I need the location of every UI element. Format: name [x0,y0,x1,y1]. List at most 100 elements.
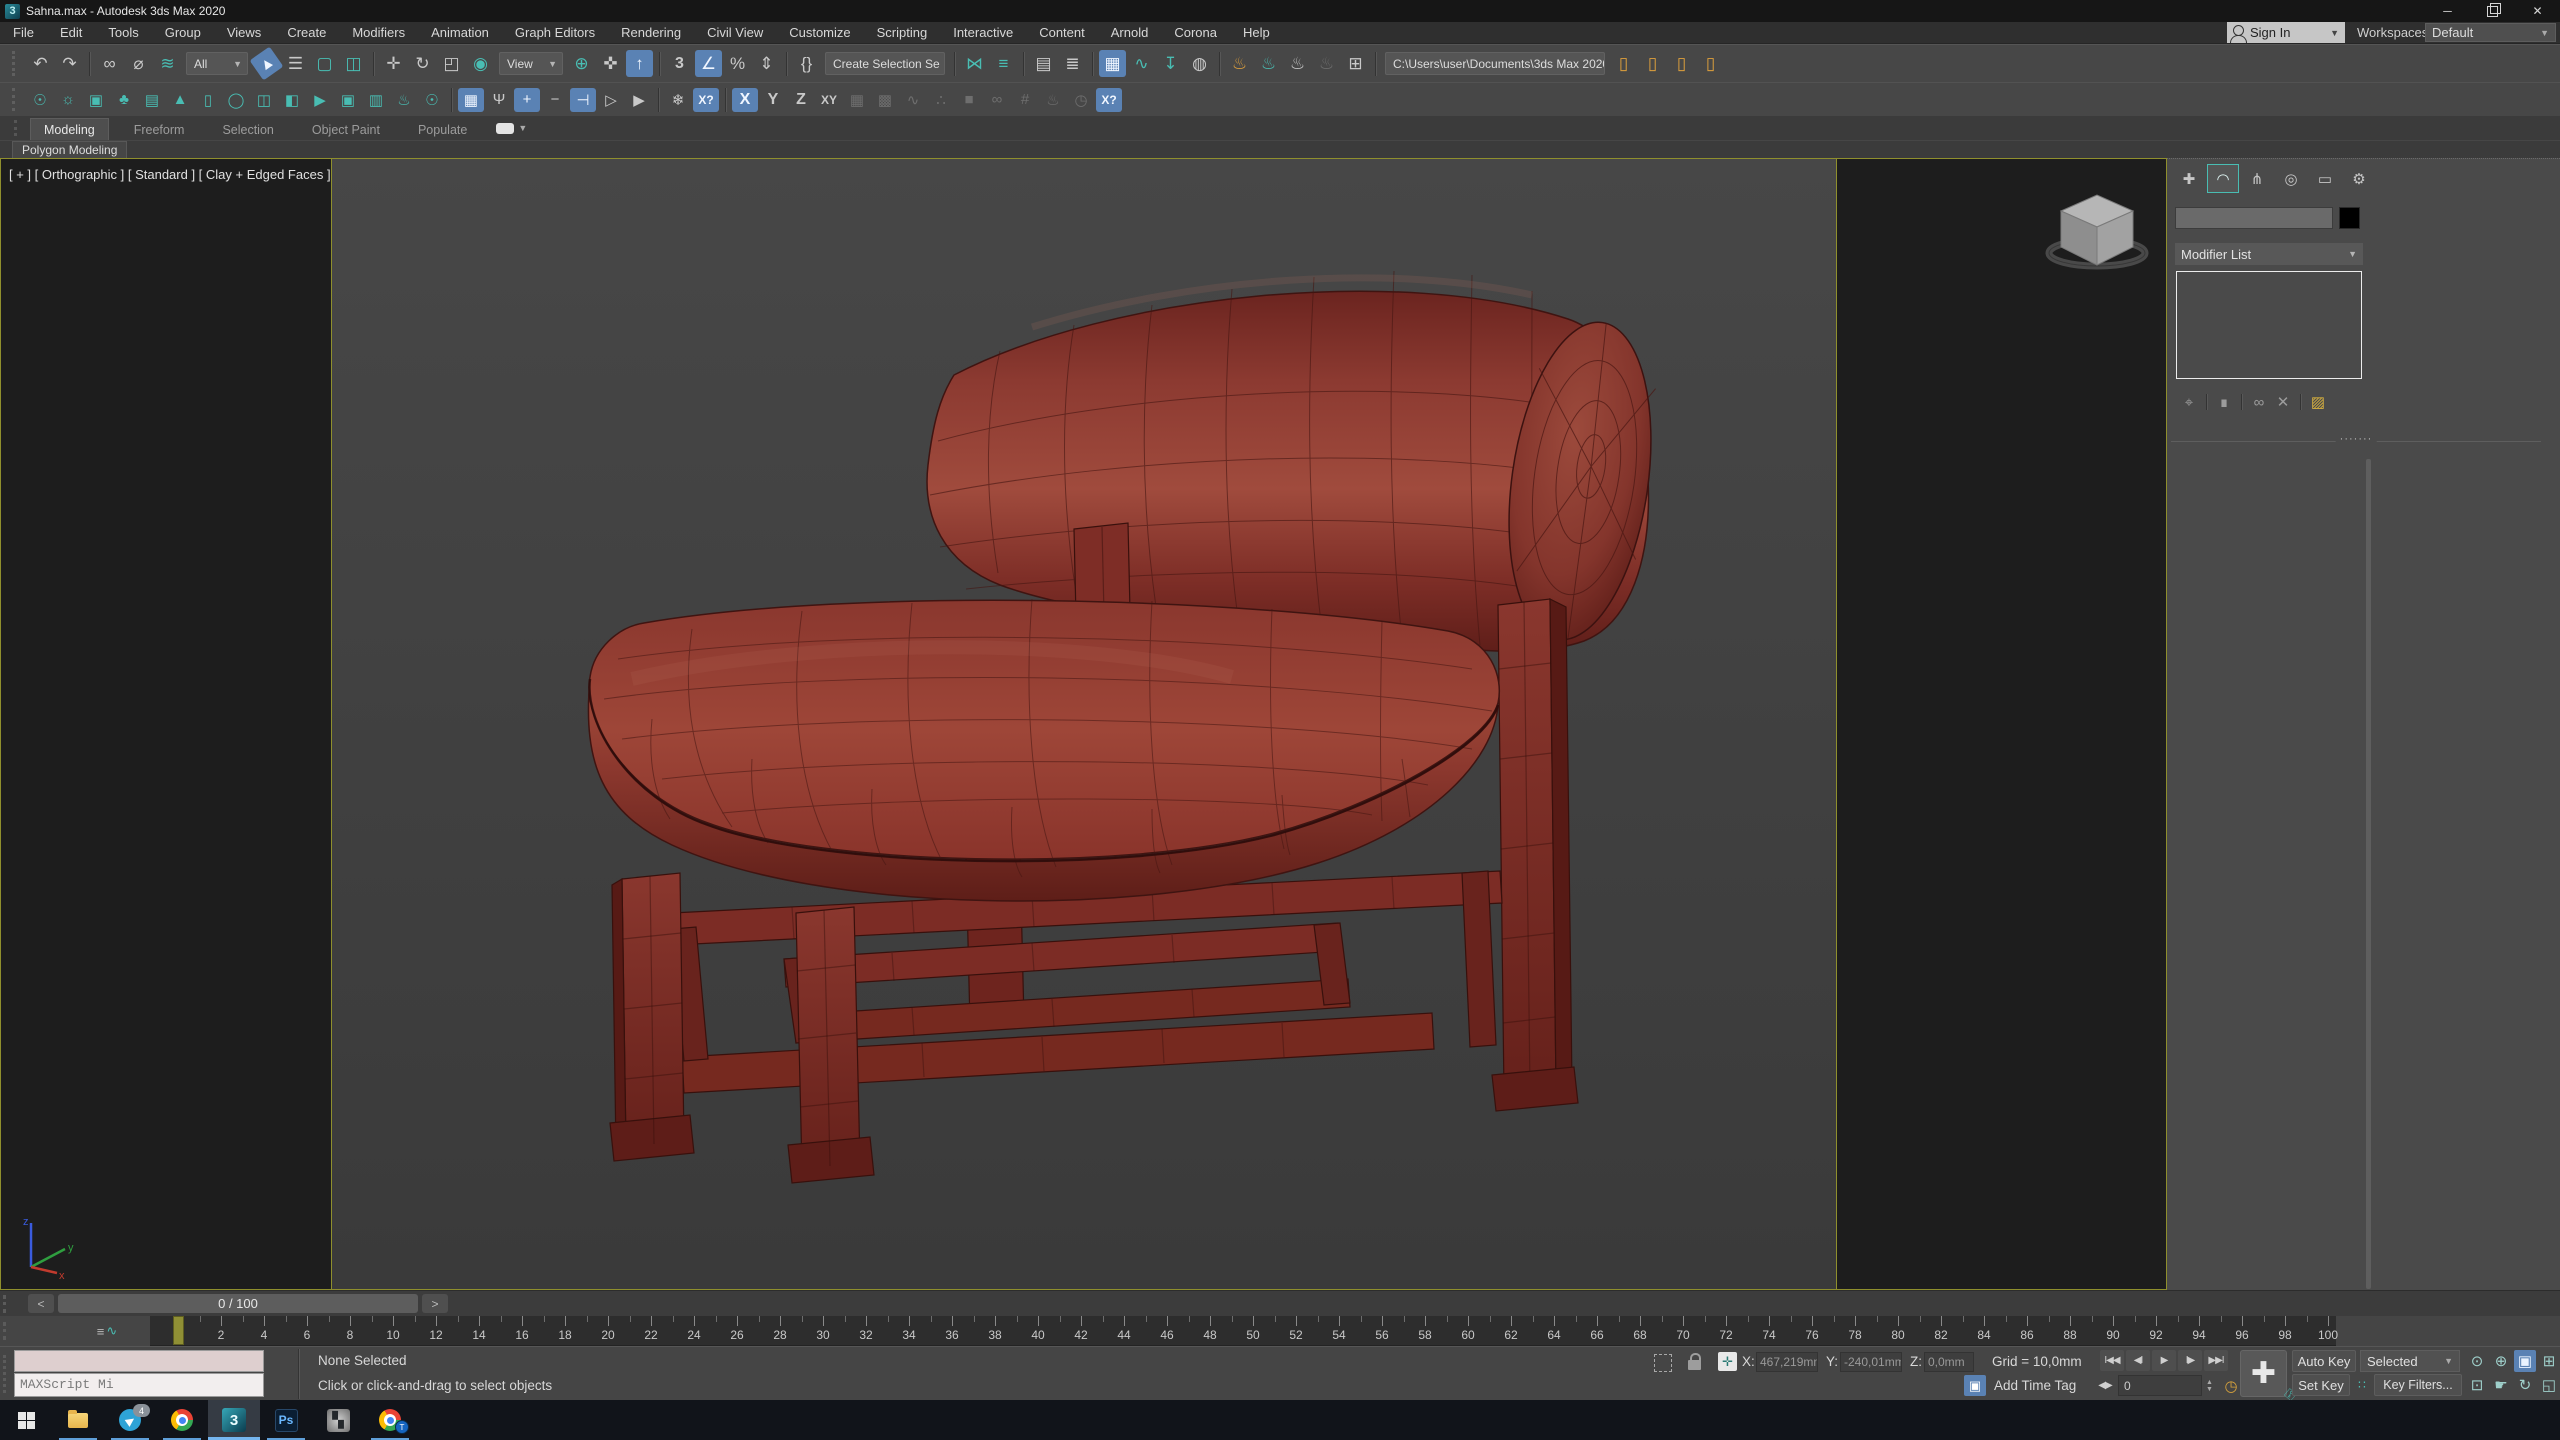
mini-curve-editor-button[interactable]: ≡ ∿ [84,1319,130,1343]
key-selection-set-dropdown[interactable]: Selected ▼ [2360,1350,2460,1372]
z-coordinate-field[interactable]: 0,0mm [1924,1352,1974,1372]
cube-dim-icon[interactable]: ■ [956,88,982,112]
snap-minus-icon[interactable]: − [542,88,568,112]
pin-stack-button[interactable]: ⌖ [2177,391,2201,413]
clone-options-icon[interactable]: ◫ [251,88,277,112]
time-tag-cube-icon[interactable]: ▣ [1964,1375,1986,1396]
3dsmax-taskbar-icon[interactable]: 3 [208,1400,260,1440]
menu-graph-editors[interactable]: Graph Editors [502,22,608,43]
utilities-tab[interactable]: ⚙ [2343,164,2375,193]
render-in-cloud-icon[interactable]: ♨ [1313,50,1340,77]
menu-customize[interactable]: Customize [776,22,863,43]
previous-frame-arrow[interactable]: < [28,1294,54,1313]
previous-frame-button[interactable]: ◀Ι [2126,1350,2150,1371]
isolate-selection-icon[interactable] [1654,1354,1672,1372]
redo-icon[interactable]: ↷ [56,50,83,77]
rendered-frame-window-icon[interactable]: ♨ [1255,50,1282,77]
toggle-layer-explorer-icon[interactable]: ≣ [1059,50,1086,77]
create-light-icon[interactable]: ☉ [27,88,53,112]
freeze-icon[interactable]: ❄ [665,88,691,112]
unlink-selection-icon[interactable]: ⌀ [125,50,152,77]
object-name-field[interactable] [2175,207,2333,229]
select-and-scale-icon[interactable]: ◰ [438,50,465,77]
file-explorer-icon[interactable] [52,1400,104,1440]
key-steps-icon[interactable]: ∷ [2352,1374,2372,1396]
minimize-button[interactable]: ─ [2425,0,2470,22]
split-view-icon[interactable]: ◧ [279,88,305,112]
remove-modifier-button[interactable]: ✕ [2271,391,2295,413]
display-tab[interactable]: ▭ [2309,164,2341,193]
render-production-icon[interactable]: ♨ [1284,50,1311,77]
link-dim-icon[interactable]: ∞ [984,88,1010,112]
angle-snap-icon[interactable]: ∠ [695,50,722,77]
menu-interactive[interactable]: Interactive [940,22,1026,43]
restore-button[interactable] [2470,0,2515,22]
snap-help2-icon[interactable]: X? [1096,87,1122,112]
zoom-button[interactable]: ⊙ [2466,1350,2488,1372]
menu-create[interactable]: Create [274,22,339,43]
zoom-region-button[interactable]: ⊡ [2466,1374,2488,1396]
ribbon-tab-object-paint[interactable]: Object Paint [299,119,393,140]
next-frame-button[interactable]: Ι▶ [2178,1350,2202,1371]
teapot-render-icon[interactable]: ♨ [391,88,417,112]
menu-corona[interactable]: Corona [1161,22,1230,43]
make-unique-button[interactable]: ∞ [2247,391,2271,413]
x-coordinate-field[interactable]: 467,219mm [1756,1352,1818,1372]
create-sun-icon[interactable]: ☼ [55,88,81,112]
zoom-extents-all-button[interactable]: ⊞ [2538,1350,2560,1372]
current-frame-field[interactable]: 0 [2118,1375,2202,1396]
polygon-modeling-button[interactable]: Polygon Modeling [12,141,128,158]
window-crossing-icon[interactable]: ◫ [340,50,367,77]
menu-modifiers[interactable]: Modifiers [339,22,418,43]
script-tree-icon[interactable]: ▯ [1697,50,1724,77]
close-button[interactable]: ✕ [2515,0,2560,22]
use-pivot-point-center-icon[interactable]: ⊕ [568,50,595,77]
show-end-result-button[interactable]: ∎ [2212,391,2236,413]
play-button[interactable]: ▶ [2152,1350,2176,1371]
start-button[interactable] [0,1400,52,1440]
percent-snap-icon[interactable]: % [724,50,751,77]
menu-file[interactable]: File [0,22,47,43]
create-camera-icon[interactable]: ▣ [83,88,109,112]
viewport-label[interactable]: [ + ] [ Orthographic ] [ Standard ] [ Cl… [9,167,331,182]
sign-in-button[interactable]: Sign In ▼ [2227,22,2345,43]
scene-list-icon[interactable]: ▤ [139,88,165,112]
ribbon-tab-populate[interactable]: Populate [405,119,480,140]
add-camera-icon[interactable]: ▣ [335,88,361,112]
current-frame-marker[interactable] [173,1316,184,1345]
curve-editor-icon[interactable]: ∿ [1128,50,1155,77]
photoshop-icon[interactable]: Ps [260,1400,312,1440]
modifier-stack[interactable] [2176,271,2362,379]
viewcube[interactable] [2041,181,2153,273]
create-door-icon[interactable]: ▯ [195,88,221,112]
scatter-dim-icon[interactable]: ∴ [928,88,954,112]
set-keys-button[interactable]: ✚ ⚿ [2240,1350,2299,1404]
orbit-button[interactable]: ↻ [2514,1374,2536,1396]
auto-key-button[interactable]: Auto Key [2292,1350,2356,1372]
snap-plus-icon[interactable]: + [514,87,540,112]
absolute-mode-icon[interactable]: ✛ [1718,1352,1737,1371]
workspace-dropdown[interactable]: Default ▼ [2425,23,2556,42]
maxscript-listener-field[interactable]: MAXScript Mi [14,1373,264,1397]
teapot-dim-icon[interactable]: ♨ [1040,88,1066,112]
select-and-rotate-icon[interactable]: ↻ [409,50,436,77]
snap-cursor-icon[interactable]: ▷ [598,88,624,112]
key-mode-toggle[interactable]: ◀▶ [2096,1375,2114,1396]
loop-tool-icon[interactable]: ◯ [223,88,249,112]
video-preview-icon[interactable]: ▶ [307,88,333,112]
time-configuration-button[interactable]: ◷ [2220,1375,2242,1396]
maximize-viewport-button[interactable]: ◱ [2538,1374,2560,1396]
constraint-xy-icon[interactable]: XY [816,88,842,112]
menu-tools[interactable]: Tools [95,22,151,43]
dotted-grid-icon[interactable]: ▦ [844,88,870,112]
chrome-icon[interactable] [156,1400,208,1440]
snap-slider-icon[interactable]: ⊣ [570,87,596,112]
y-coordinate-field[interactable]: -240,01mm [1840,1352,1902,1372]
menu-help[interactable]: Help [1230,22,1283,43]
mirror-icon[interactable]: ⋈ [961,50,988,77]
render-setup-icon[interactable]: ♨ [1226,50,1253,77]
time-slider-thumb[interactable]: 0 / 100 [58,1294,418,1313]
menu-scripting[interactable]: Scripting [864,22,941,43]
menu-content[interactable]: Content [1026,22,1098,43]
pan-button[interactable]: ☛ [2490,1374,2512,1396]
